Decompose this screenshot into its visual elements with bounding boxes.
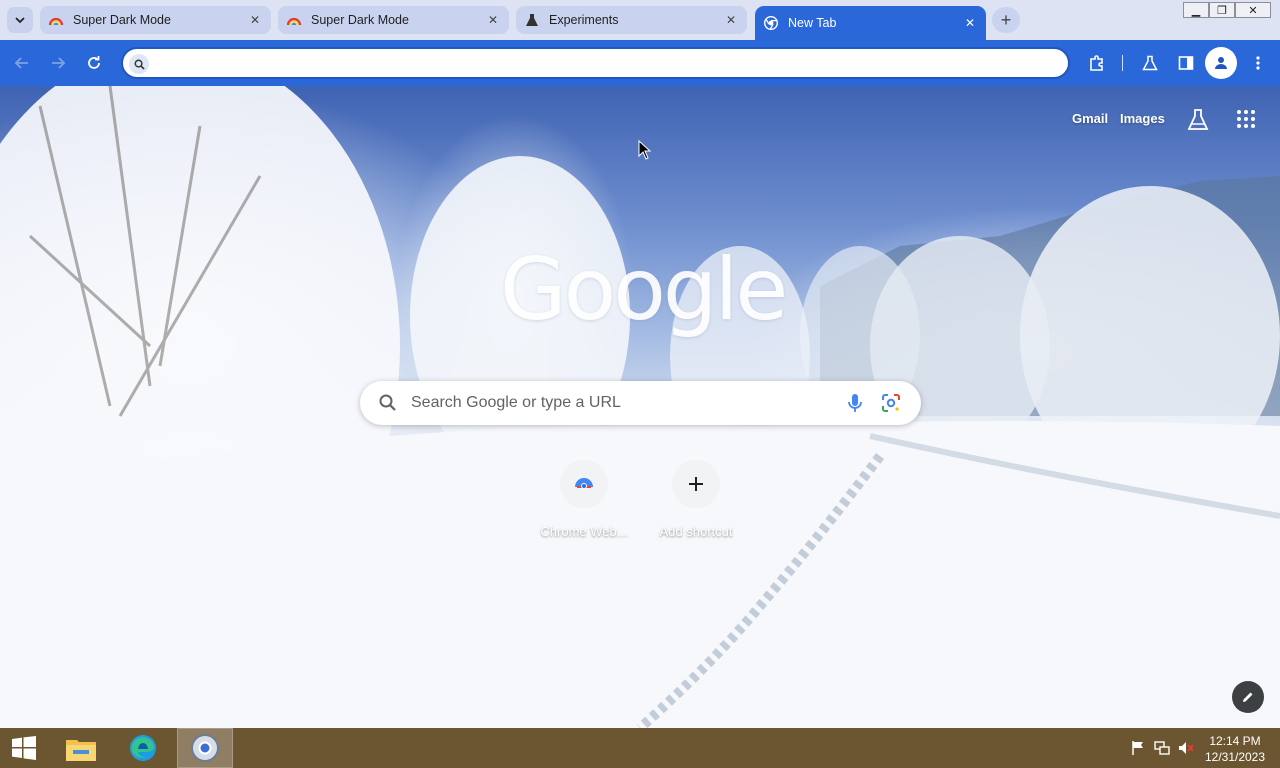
new-tab-button[interactable]: +	[992, 7, 1020, 33]
file-explorer-icon	[66, 740, 96, 761]
tab-strip: Super Dark Mode ✕ Super Dark Mode ✕ Expe…	[0, 0, 1280, 40]
search-icon	[129, 54, 149, 74]
mouse-cursor-icon	[638, 140, 652, 160]
flask-icon	[1142, 55, 1158, 71]
labs-button[interactable]	[1136, 49, 1164, 77]
images-link[interactable]: Images	[1120, 111, 1165, 126]
volume-muted-icon[interactable]	[1178, 740, 1194, 756]
restore-button[interactable]: ❐	[1209, 2, 1235, 18]
toolbar-divider	[1122, 55, 1123, 71]
reload-button[interactable]	[80, 49, 108, 77]
start-icon	[12, 736, 36, 760]
microphone-icon[interactable]	[844, 392, 866, 414]
arrow-left-icon	[14, 57, 28, 69]
pencil-icon	[1243, 692, 1253, 702]
close-window-button[interactable]: ✕	[1235, 2, 1271, 18]
chrome-web-store-icon	[575, 478, 593, 489]
search-icon	[379, 394, 396, 411]
ntp-search-box[interactable]: Search Google or type a URL	[360, 381, 921, 425]
minimize-button[interactable]: ▁	[1183, 2, 1209, 18]
shortcut-label: Add shortcut	[659, 524, 733, 539]
start-button[interactable]	[0, 728, 48, 768]
tab-title: Super Dark Mode	[311, 13, 409, 27]
google-lens-icon[interactable]	[880, 392, 902, 414]
tab-super-dark-mode-2[interactable]: Super Dark Mode ✕	[278, 6, 509, 34]
tab-title: New Tab	[788, 16, 837, 30]
forward-button[interactable]	[44, 49, 72, 77]
tab-super-dark-mode-1[interactable]: Super Dark Mode ✕	[40, 6, 271, 34]
windows-taskbar: 12:14 PM 12/31/2023	[0, 728, 1280, 768]
close-icon[interactable]: ✕	[723, 12, 739, 28]
flask-icon	[1187, 109, 1209, 130]
reload-icon	[88, 56, 100, 69]
close-icon[interactable]: ✕	[485, 12, 501, 28]
new-tab-page: Gmail Images Google Search Google or typ…	[0, 86, 1280, 728]
side-panel-icon	[1178, 56, 1194, 70]
puzzle-piece-icon	[1090, 55, 1103, 71]
taskbar-file-explorer[interactable]	[58, 728, 104, 768]
customize-chrome-button[interactable]	[1232, 681, 1264, 713]
chrome-icon	[191, 734, 219, 762]
gmail-link[interactable]: Gmail	[1072, 111, 1108, 126]
close-icon[interactable]: ✕	[247, 12, 263, 28]
close-icon: ✕	[1248, 4, 1258, 17]
chrome-icon	[763, 15, 779, 31]
shortcut-chrome-web-store[interactable]: Chrome Web...	[528, 456, 640, 546]
apps-grid-icon	[1237, 110, 1255, 128]
more-vert-icon	[1256, 56, 1260, 70]
omnibox[interactable]	[121, 47, 1070, 79]
profile-avatar[interactable]	[1205, 47, 1237, 79]
shortcut-label: Chrome Web...	[540, 524, 628, 539]
system-clock[interactable]: 12:14 PM 12/31/2023	[1198, 733, 1272, 765]
extensions-button[interactable]	[1083, 49, 1111, 77]
restore-icon: ❐	[1217, 4, 1227, 17]
shortcut-icon-container	[672, 460, 720, 508]
clock-time: 12:14 PM	[1209, 734, 1261, 748]
tab-title: Super Dark Mode	[73, 13, 171, 27]
plus-icon	[689, 477, 703, 491]
menu-button[interactable]	[1244, 49, 1272, 77]
rainbow-extension-icon	[286, 12, 302, 28]
close-icon[interactable]: ✕	[962, 15, 978, 31]
tab-title: Experiments	[549, 13, 619, 27]
network-icon[interactable]	[1154, 740, 1170, 756]
back-button[interactable]	[8, 49, 36, 77]
shortcut-add[interactable]: Add shortcut	[640, 456, 752, 546]
side-panel-button[interactable]	[1172, 49, 1200, 77]
tab-search-button[interactable]	[7, 7, 33, 33]
plus-icon: +	[1000, 9, 1012, 30]
google-logo: Google	[500, 240, 788, 340]
tab-new-tab[interactable]: New Tab ✕	[755, 6, 986, 40]
clock-date: 12/31/2023	[1204, 750, 1266, 764]
taskbar-edge[interactable]	[116, 728, 170, 768]
person-icon	[1215, 57, 1227, 69]
chevron-down-icon	[15, 17, 25, 24]
tab-experiments[interactable]: Experiments ✕	[516, 6, 747, 34]
taskbar-chrome[interactable]	[177, 728, 233, 768]
rainbow-extension-icon	[48, 12, 64, 28]
search-placeholder: Search Google or type a URL	[411, 394, 621, 411]
edge-icon	[130, 735, 156, 761]
flag-icon[interactable]	[1130, 740, 1146, 756]
flask-icon	[524, 12, 540, 28]
browser-toolbar	[0, 40, 1280, 86]
search-labs-button[interactable]	[1186, 108, 1210, 132]
minimize-icon: ▁	[1191, 4, 1201, 17]
shortcut-icon-container	[560, 460, 608, 508]
arrow-right-icon	[52, 57, 66, 69]
omnibox-input[interactable]	[157, 51, 1057, 75]
google-apps-button[interactable]	[1236, 109, 1256, 129]
